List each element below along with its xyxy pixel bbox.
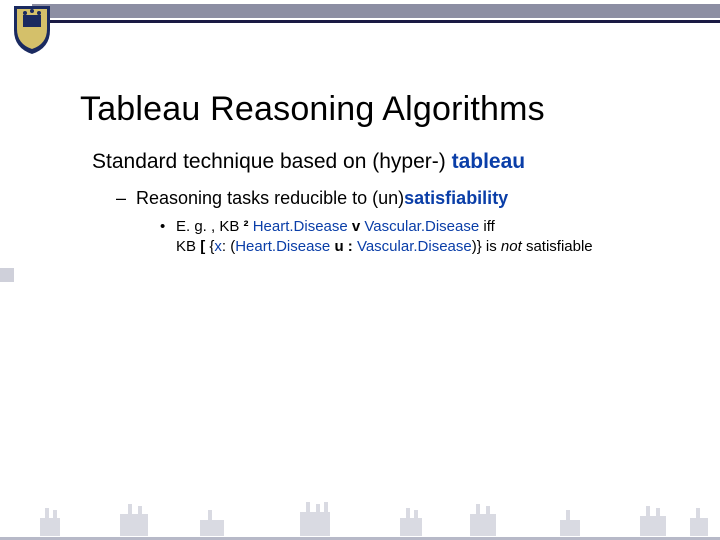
- concept-heart-disease-2: Heart.Disease: [235, 238, 334, 255]
- bullet-text: E. g. , KB ² Heart.Disease v Vascular.Di…: [176, 217, 593, 258]
- var-x: x: [214, 238, 222, 255]
- concept-vascular-disease-2: Vascular.Disease: [357, 238, 472, 255]
- bullet-text: Reasoning tasks reducible to (un)satisfi…: [136, 188, 508, 209]
- bullet-level-2: • E. g. , KB ² Heart.Disease v Vascular.…: [160, 217, 680, 258]
- symbol-neg: :: [344, 238, 357, 255]
- bullet-dot-icon: •: [160, 217, 176, 258]
- slide-title: Tableau Reasoning Algorithms: [80, 90, 545, 129]
- text-not: not: [501, 238, 522, 255]
- bullet-dash-icon: –: [116, 188, 136, 209]
- text-satisfiable: satisfiable: [522, 238, 593, 255]
- footer: [0, 498, 720, 540]
- text-iff: iff: [483, 218, 494, 235]
- text: Standard technique based on (hyper-): [92, 150, 452, 173]
- slide-body: Standard technique based on (hyper-) tab…: [92, 150, 680, 258]
- side-marker: [0, 268, 14, 282]
- university-crest-logo: [10, 2, 54, 56]
- text-kb: KB: [176, 238, 200, 255]
- concept-heart-disease: Heart.Disease: [249, 218, 352, 235]
- concept-vascular-disease: Vascular.Disease: [360, 218, 483, 235]
- header-bar: [32, 4, 720, 18]
- body-line-1: Standard technique based on (hyper-) tab…: [92, 150, 680, 174]
- skyline-icon: [0, 500, 720, 536]
- bullet-level-1: – Reasoning tasks reducible to (un)satis…: [116, 188, 680, 209]
- symbol-colon: :: [222, 238, 230, 255]
- symbol-and: u: [334, 238, 343, 255]
- symbol-subclass: v: [352, 218, 360, 235]
- header-underline: [32, 20, 720, 23]
- text: Reasoning tasks reducible to (un): [136, 188, 404, 208]
- text-is: is: [482, 238, 501, 255]
- slide: Tableau Reasoning Algorithms Standard te…: [0, 0, 720, 540]
- keyword-tableau: tableau: [452, 150, 526, 173]
- text: E. g. , KB: [176, 218, 244, 235]
- keyword-satisfiability: satisfiability: [404, 188, 508, 208]
- symbol-union: [: [200, 238, 209, 255]
